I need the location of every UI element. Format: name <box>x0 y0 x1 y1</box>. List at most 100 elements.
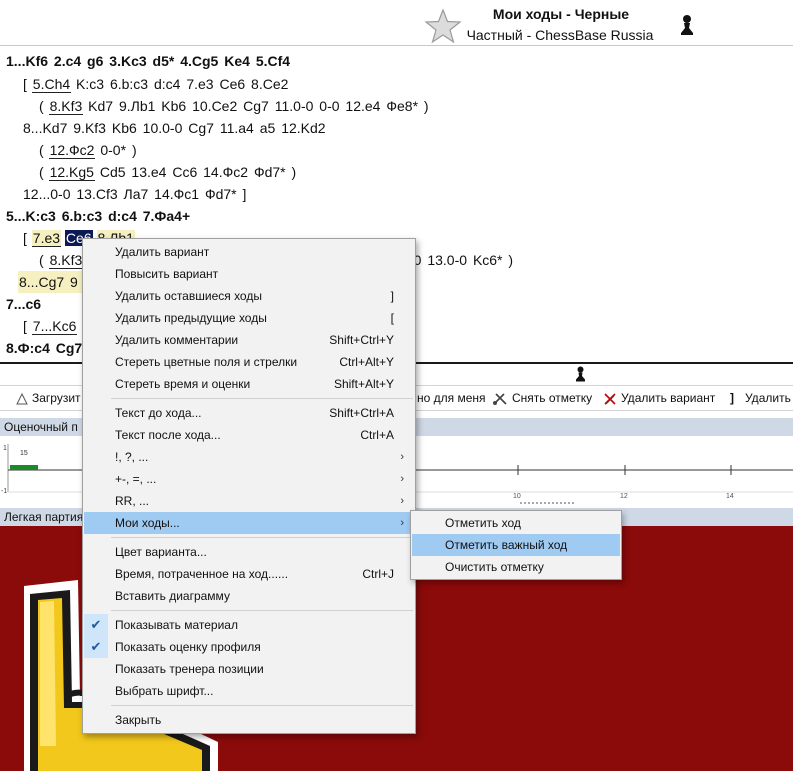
move[interactable]: 5...K:c3 <box>5 208 57 224</box>
move[interactable]: 14.Фc1 <box>153 186 200 202</box>
submenu-item-clear-mark[interactable]: Очистить отметку <box>412 556 620 578</box>
move[interactable]: Cg7 <box>55 340 83 356</box>
move[interactable]: 12.e4 <box>344 98 381 114</box>
move[interactable]: d:c4 <box>107 208 138 224</box>
move[interactable]: 10.Ce2 <box>191 98 238 114</box>
menu-item-promote-variant[interactable]: Повысить вариант <box>84 263 414 285</box>
menu-item-choose-font[interactable]: Выбрать шрифт... <box>84 680 414 702</box>
move[interactable]: g6 <box>86 53 104 69</box>
move[interactable]: 6.b:c3 <box>109 76 149 92</box>
move[interactable]: 4.Cg5 <box>179 53 219 69</box>
menu-item-position-annotations[interactable]: +-, =, ... › <box>84 468 414 490</box>
menu-item-delete-comments[interactable]: Удалить комментарии Shift+Ctrl+Y <box>84 329 414 351</box>
bracket-button[interactable]: ] <box>730 391 734 405</box>
notation-line: 8...Cg7 9 <box>18 271 85 293</box>
move[interactable]: 7.e3 <box>31 230 62 247</box>
move[interactable]: Ce6 <box>218 76 246 92</box>
move[interactable]: 7.e3 <box>185 76 214 92</box>
menu-item-text-before-move[interactable]: Текст до хода... Shift+Ctrl+A <box>84 402 414 424</box>
move[interactable]: Фd7* <box>253 164 287 180</box>
move[interactable]: 8...Kd7 <box>22 120 68 136</box>
move[interactable]: 11.0-0 <box>274 98 315 114</box>
menu-item-text-after-move[interactable]: Текст после хода... Ctrl+A <box>84 424 414 446</box>
move[interactable]: 6.b:c3 <box>61 208 103 224</box>
submenu-item-mark-important-move[interactable]: Отметить важный ход <box>412 534 620 556</box>
move[interactable]: 8...Cg7 <box>18 274 65 290</box>
move[interactable]: Cc6 <box>171 164 198 180</box>
move[interactable]: 8.Ce2 <box>250 76 289 92</box>
move[interactable]: Cd5 <box>99 164 127 180</box>
move[interactable]: Cg7 <box>187 120 215 136</box>
delete-button[interactable]: Удалить <box>745 391 791 405</box>
unmark-button[interactable]: Снять отметку <box>492 391 592 406</box>
menu-separator <box>111 705 413 706</box>
menu-item-close[interactable]: Закрыть <box>84 709 414 731</box>
delete-variant-button[interactable]: Удалить вариант <box>603 391 715 406</box>
menu-item-delete-previous-moves[interactable]: Удалить предыдущие ходы [ <box>84 307 414 329</box>
move[interactable]: 0-0* <box>99 142 127 158</box>
move[interactable]: Kb6 <box>160 98 187 114</box>
move[interactable]: d5* <box>152 53 176 69</box>
move[interactable]: 2.c4 <box>53 53 82 69</box>
move[interactable]: Фe8* <box>385 98 419 114</box>
move[interactable]: a5 <box>259 120 277 136</box>
move[interactable]: 12...0-0 <box>22 186 71 202</box>
submenu-item-mark-move[interactable]: Отметить ход <box>412 512 620 534</box>
move[interactable]: Ke4 <box>223 53 251 69</box>
menu-item-my-moves[interactable]: Мои ходы... › <box>84 512 414 534</box>
menu-item-erase-colored-fields[interactable]: Стереть цветные поля и стрелки Ctrl+Alt+Y <box>84 351 414 373</box>
move[interactable]: 0-0 <box>318 98 340 114</box>
menu-item-rr[interactable]: RR, ... › <box>84 490 414 512</box>
move[interactable]: 7...c6 <box>5 296 42 312</box>
move[interactable]: 8.Kf3 <box>48 252 84 269</box>
menu-item-label: Удалить предыдущие ходы <box>115 311 267 325</box>
move[interactable]: d:c4 <box>153 76 181 92</box>
move[interactable]: 12.Kd2 <box>280 120 326 136</box>
move[interactable]: 13.0-0 <box>426 252 468 268</box>
menu-item-show-position-trainer[interactable]: Показать тренера позиции <box>84 658 414 680</box>
menu-item-delete-variant[interactable]: Удалить вариант <box>84 241 414 263</box>
menu-item-delete-remaining-moves[interactable]: Удалить оставшиеся ходы] <box>84 285 414 307</box>
move[interactable]: 5.Ch4 <box>31 76 72 93</box>
menu-item-label: Текст до хода... <box>115 406 202 420</box>
menu-item-show-profile-eval[interactable]: ✔ Показать оценку профиля <box>84 636 414 658</box>
move[interactable]: Kc6* <box>472 252 504 268</box>
move[interactable]: 9.Kf3 <box>72 120 107 136</box>
for-me-button[interactable]: но для меня <box>417 391 486 405</box>
move[interactable]: 11.a4 <box>219 120 255 136</box>
move[interactable]: Kb6 <box>111 120 138 136</box>
menu-item-move-annotations[interactable]: !, ?, ... › <box>84 446 414 468</box>
submenu-item-label: Отметить важный ход <box>445 538 568 552</box>
move[interactable]: 9 <box>69 274 79 290</box>
move[interactable]: K:c3 <box>75 76 105 92</box>
move[interactable]: Фd7* <box>204 186 238 202</box>
menu-item-erase-time-evals[interactable]: Стереть время и оценки Shift+Alt+Y <box>84 373 414 395</box>
load-button[interactable]: Загрузит <box>16 391 81 405</box>
move[interactable]: 12.Kg5 <box>48 164 95 181</box>
menu-item-insert-diagram[interactable]: Вставить диаграмму <box>84 585 414 607</box>
notation-line: -0 13.0-0 Kc6* ) <box>408 249 514 271</box>
move[interactable]: 7...Kc6 <box>31 318 78 335</box>
move[interactable]: Kd7 <box>87 98 114 114</box>
move[interactable]: 8.Ф:c4 <box>5 340 51 356</box>
move[interactable]: 13.e4 <box>130 164 167 180</box>
star-icon[interactable] <box>424 8 462 44</box>
move[interactable]: Лa7 <box>123 186 150 202</box>
context-menu: Удалить вариант Повысить вариант Удалить… <box>82 238 416 734</box>
bracket: ) <box>131 142 137 158</box>
move[interactable]: 10.0-0 <box>142 120 184 136</box>
menu-item-variant-color[interactable]: Цвет варианта... <box>84 541 414 563</box>
move[interactable]: 9.Лb1 <box>118 98 156 114</box>
move[interactable]: 7.Фa4+ <box>142 208 191 224</box>
move[interactable]: Cg7 <box>242 98 270 114</box>
menu-item-time-spent[interactable]: Время, потраченное на ход...... Ctrl+J <box>84 563 414 585</box>
bracket: ) <box>423 98 429 114</box>
menu-item-show-material[interactable]: ✔ Показывать материал <box>84 614 414 636</box>
move[interactable]: 12.Фc2 <box>48 142 96 159</box>
move[interactable]: 13.Cf3 <box>75 186 118 202</box>
move[interactable]: 3.Kc3 <box>108 53 147 69</box>
move[interactable]: 5.Cf4 <box>255 53 291 69</box>
move[interactable]: 14.Фc2 <box>202 164 249 180</box>
move[interactable]: 1...Kf6 <box>5 53 49 69</box>
move[interactable]: 8.Kf3 <box>48 98 84 115</box>
